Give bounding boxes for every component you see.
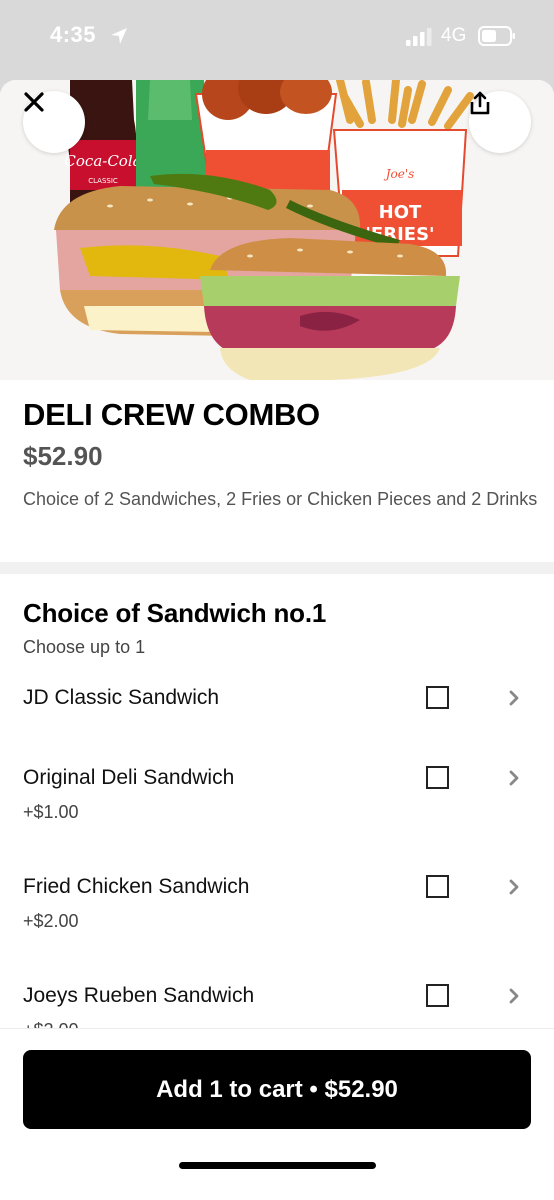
close-button[interactable]: [23, 91, 85, 153]
option-price: +$2.00: [23, 911, 79, 931]
chevron-right-icon: [509, 988, 519, 1004]
option-price: +$1.00: [23, 802, 79, 822]
section-subtitle: Choose up to 1: [23, 637, 146, 657]
item-detail-sheet: Coca-Cola CLASSIC Joe's Joe's HOT 'FRIES…: [0, 80, 554, 1200]
item-info: DELI CREW COMBO $52.90 Choice of 2 Sandw…: [0, 380, 554, 562]
option-checkbox[interactable]: [426, 686, 449, 709]
sandwich-choice-section: Choice of Sandwich no.1 Choose up to 1 J…: [0, 574, 554, 1028]
item-description: Choice of 2 Sandwiches, 2 Fries or Chick…: [23, 489, 538, 509]
location-arrow-icon: [111, 28, 127, 44]
option-name: Joeys Rueben Sandwich: [23, 984, 255, 1007]
section-divider: [0, 562, 554, 574]
share-button[interactable]: [469, 91, 531, 153]
svg-text:HOT: HOT: [379, 202, 422, 223]
option-name: Fried Chicken Sandwich: [23, 875, 250, 898]
svg-text:Joe's: Joe's: [383, 167, 415, 181]
home-indicator[interactable]: [179, 1162, 376, 1169]
option-fried-chicken-sandwich[interactable]: Fried Chicken Sandwich +$2.00: [0, 875, 554, 975]
chevron-right-icon: [509, 770, 519, 786]
cart-footer: Add 1 to cart • $52.90: [0, 1028, 554, 1200]
add-to-cart-button[interactable]: Add 1 to cart • $52.90: [23, 1050, 531, 1129]
share-icon: [470, 91, 490, 115]
section-title: Choice of Sandwich no.1: [23, 598, 327, 628]
item-price: $52.90: [23, 441, 103, 471]
item-hero-image: Coca-Cola CLASSIC Joe's Joe's HOT 'FRIES…: [0, 80, 554, 380]
option-joeys-rueben-sandwich[interactable]: Joeys Rueben Sandwich +$2.00: [0, 984, 554, 1028]
option-checkbox[interactable]: [426, 875, 449, 898]
option-name: Original Deli Sandwich: [23, 766, 235, 789]
status-time: 4:35: [50, 22, 97, 47]
network-type: 4G: [441, 25, 467, 46]
chevron-right-icon: [509, 690, 519, 706]
svg-text:Joe's: Joe's: [253, 153, 285, 167]
option-original-deli-sandwich[interactable]: Original Deli Sandwich +$1.00: [0, 766, 554, 866]
option-price: +$2.00: [23, 1020, 79, 1028]
close-icon: [24, 92, 44, 112]
chevron-right-icon: [509, 879, 519, 895]
option-name: JD Classic Sandwich: [23, 686, 220, 709]
item-title: DELI CREW COMBO: [23, 397, 320, 432]
status-bar: 4:35 4G: [0, 0, 554, 80]
cellular-signal-icon: [406, 28, 432, 46]
battery-icon: [478, 26, 515, 46]
option-checkbox[interactable]: [426, 984, 449, 1007]
option-checkbox[interactable]: [426, 766, 449, 789]
svg-text:CLASSIC: CLASSIC: [88, 177, 118, 185]
coca-cola-logo: Coca-Cola: [64, 152, 141, 170]
